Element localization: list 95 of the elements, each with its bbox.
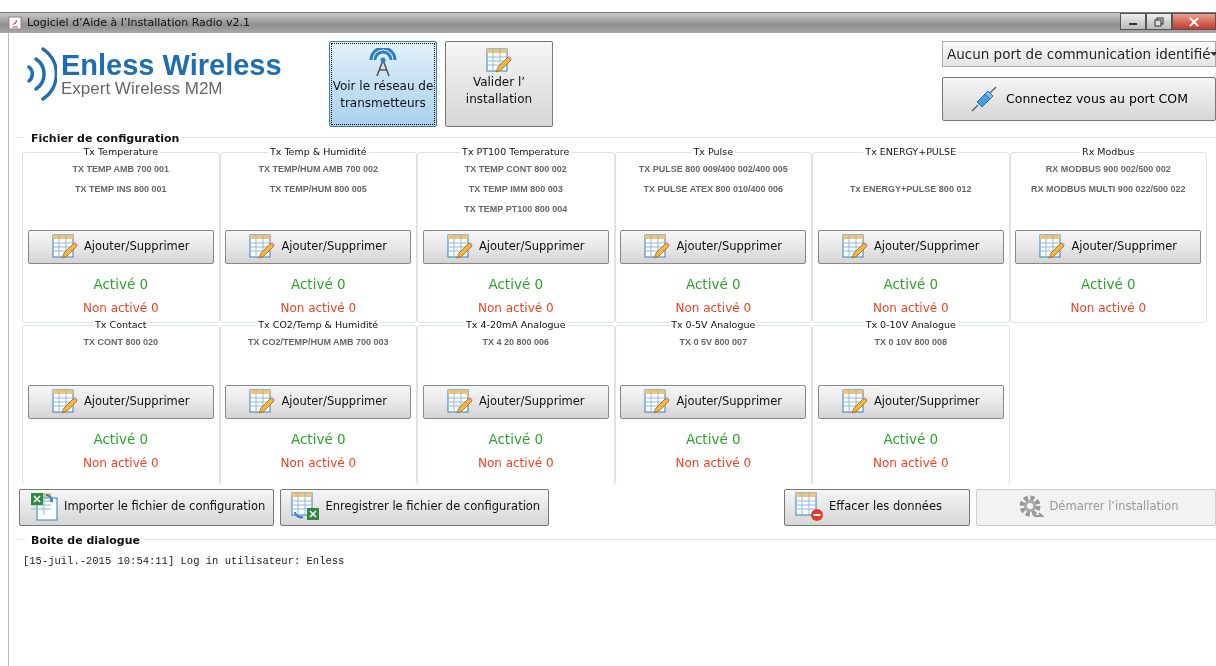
logo-name: Enless Wireless (61, 51, 282, 80)
add-remove-button[interactable]: Ajouter/Supprimer (817, 385, 1004, 419)
add-remove-button[interactable]: Ajouter/Supprimer (225, 385, 412, 419)
model-name: TX 0 10V 800 008 (874, 336, 948, 349)
close-icon (1189, 16, 1199, 27)
group-title: Tx Temp & Humidité (268, 146, 369, 158)
inactive-count: Non activé 0 (675, 455, 752, 473)
spreadsheet-pencil-icon (51, 389, 78, 415)
model-name: TX CONT 800 020 (83, 336, 158, 349)
add-remove-button[interactable]: Ajouter/Supprimer (27, 230, 214, 264)
inactive-count: Non activé 0 (675, 300, 752, 318)
model-name: TX PULSE 800 009/400 002/400 005 (638, 163, 788, 176)
validate-button[interactable]: Valider l’ installation (445, 41, 553, 127)
spreadsheet-import-icon (30, 492, 60, 522)
restore-icon (1154, 16, 1164, 27)
model-name: Tx ENERGY+PULSE 800 012 (850, 183, 972, 196)
inactive-count: Non activé 0 (82, 455, 159, 473)
spreadsheet-remove-icon (795, 492, 825, 522)
add-remove-button[interactable]: Ajouter/Supprimer (620, 385, 807, 419)
group-title: Rx Modbus (1080, 146, 1137, 158)
model-name: TX TEMP/HUM AMB 700 002 (258, 163, 379, 176)
group-title: Tx CO2/Temp & Humidité (256, 319, 381, 331)
active-count: Activé 0 (93, 430, 149, 449)
spreadsheet-pencil-icon (249, 234, 276, 260)
save-button[interactable]: Enregistrer le fichier de configuration (280, 488, 550, 526)
spreadsheet-pencil-icon (841, 389, 868, 415)
active-count: Activé 0 (488, 430, 544, 449)
port-dropdown[interactable]: Aucun port de communication identifié (942, 41, 1216, 67)
log-line: [15-juil.-2015 10:54:11] Log in utilisateur: Enless (23, 554, 346, 569)
group-title: Tx PT100 Temperature (460, 146, 572, 158)
spreadsheet-pencil-icon (446, 234, 473, 260)
group-title: Tx 0-5V Analogue (669, 319, 758, 331)
group-title: Tx Temperature (81, 146, 161, 158)
group-title: Tx Pulse (691, 146, 735, 158)
spreadsheet-pencil-icon (249, 389, 276, 415)
spreadsheet-export-icon (291, 492, 322, 522)
network-button[interactable]: Voir le réseau de transmetteurs (329, 41, 437, 127)
model-name: TX 4 20 800 006 (482, 336, 550, 349)
dropdown-arrow-icon (1210, 51, 1216, 57)
active-count: Activé 0 (1080, 275, 1136, 294)
add-remove-button[interactable]: Ajouter/Supprimer (817, 230, 1004, 264)
import-button[interactable]: Importer le fichier de configuration (19, 488, 275, 526)
add-remove-button[interactable]: Ajouter/Supprimer (422, 385, 609, 419)
model-name: TX PULSE ATEX 800 010/400 006 (643, 183, 784, 196)
model-name: TX TEMP CONT 800 002 (464, 163, 567, 176)
clear-data-button[interactable]: Effacer les données (784, 488, 970, 526)
group-title: Tx ENERGY+PULSE (863, 146, 959, 158)
model-name: RX MODBUS MULTI 900 022/500 022 (1031, 183, 1186, 196)
model-name: TX CO2/TEMP/HUM AMB 700 003 (247, 336, 389, 349)
inactive-count: Non activé 0 (477, 455, 554, 473)
model-name: RX MODBUS 900 002/500 002 (1045, 163, 1171, 176)
model-name: TX TEMP INS 800 001 (75, 183, 167, 196)
spreadsheet-pencil-icon (644, 234, 671, 260)
spreadsheet-pencil-icon (446, 389, 473, 415)
inactive-count: Non activé 0 (280, 300, 357, 318)
active-count: Activé 0 (290, 430, 346, 449)
add-remove-button[interactable]: Ajouter/Supprimer (1015, 230, 1202, 264)
spreadsheet-pencil-icon (841, 234, 868, 260)
connect-button[interactable]: Connectez vous au port COM (942, 77, 1216, 121)
close-button[interactable] (1172, 13, 1216, 30)
active-count: Activé 0 (883, 430, 939, 449)
add-remove-button[interactable]: Ajouter/Supprimer (27, 385, 214, 419)
inactive-count: Non activé 0 (1070, 300, 1147, 318)
model-name: TX TEMP PT100 800 004 (464, 203, 568, 216)
group-title: Tx 0-10V Analogue (863, 319, 958, 331)
inactive-count: Non activé 0 (872, 300, 949, 318)
maximize-button[interactable] (1146, 13, 1172, 30)
model-name: TX TEMP AMB 700 001 (72, 163, 169, 176)
antenna-icon (368, 48, 398, 78)
spreadsheet-pencil-icon (644, 389, 671, 415)
plug-icon (970, 85, 999, 113)
spreadsheet-pencil-icon (486, 48, 512, 74)
active-count: Activé 0 (93, 275, 149, 294)
logo-tagline: Expert Wireless M2M (61, 80, 224, 97)
group-title: Tx 4-20mA Analogue (464, 319, 568, 331)
inactive-count: Non activé 0 (477, 300, 554, 318)
model-name: TX TEMP IMM 800 003 (468, 183, 563, 196)
inactive-count: Non activé 0 (280, 455, 357, 473)
active-count: Activé 0 (488, 275, 544, 294)
model-name: TX 0 5V 800 007 (679, 336, 748, 349)
group-title: Tx Contact (93, 319, 149, 331)
add-remove-button[interactable]: Ajouter/Supprimer (620, 230, 807, 264)
add-remove-button[interactable]: Ajouter/Supprimer (422, 230, 609, 264)
minimize-button[interactable] (1120, 13, 1146, 30)
spreadsheet-pencil-icon (1039, 234, 1066, 260)
active-count: Activé 0 (685, 275, 741, 294)
model-name: TX TEMP/HUM 800 005 (269, 183, 367, 196)
add-remove-button[interactable]: Ajouter/Supprimer (225, 230, 412, 264)
window-title: Logiciel d’Aide à l’Installation Radio v2.1 (27, 14, 251, 31)
active-count: Activé 0 (883, 275, 939, 294)
active-count: Activé 0 (290, 275, 346, 294)
spreadsheet-pencil-icon (51, 234, 78, 260)
inactive-count: Non activé 0 (872, 455, 949, 473)
active-count: Activé 0 (685, 430, 741, 449)
inactive-count: Non activé 0 (82, 300, 159, 318)
